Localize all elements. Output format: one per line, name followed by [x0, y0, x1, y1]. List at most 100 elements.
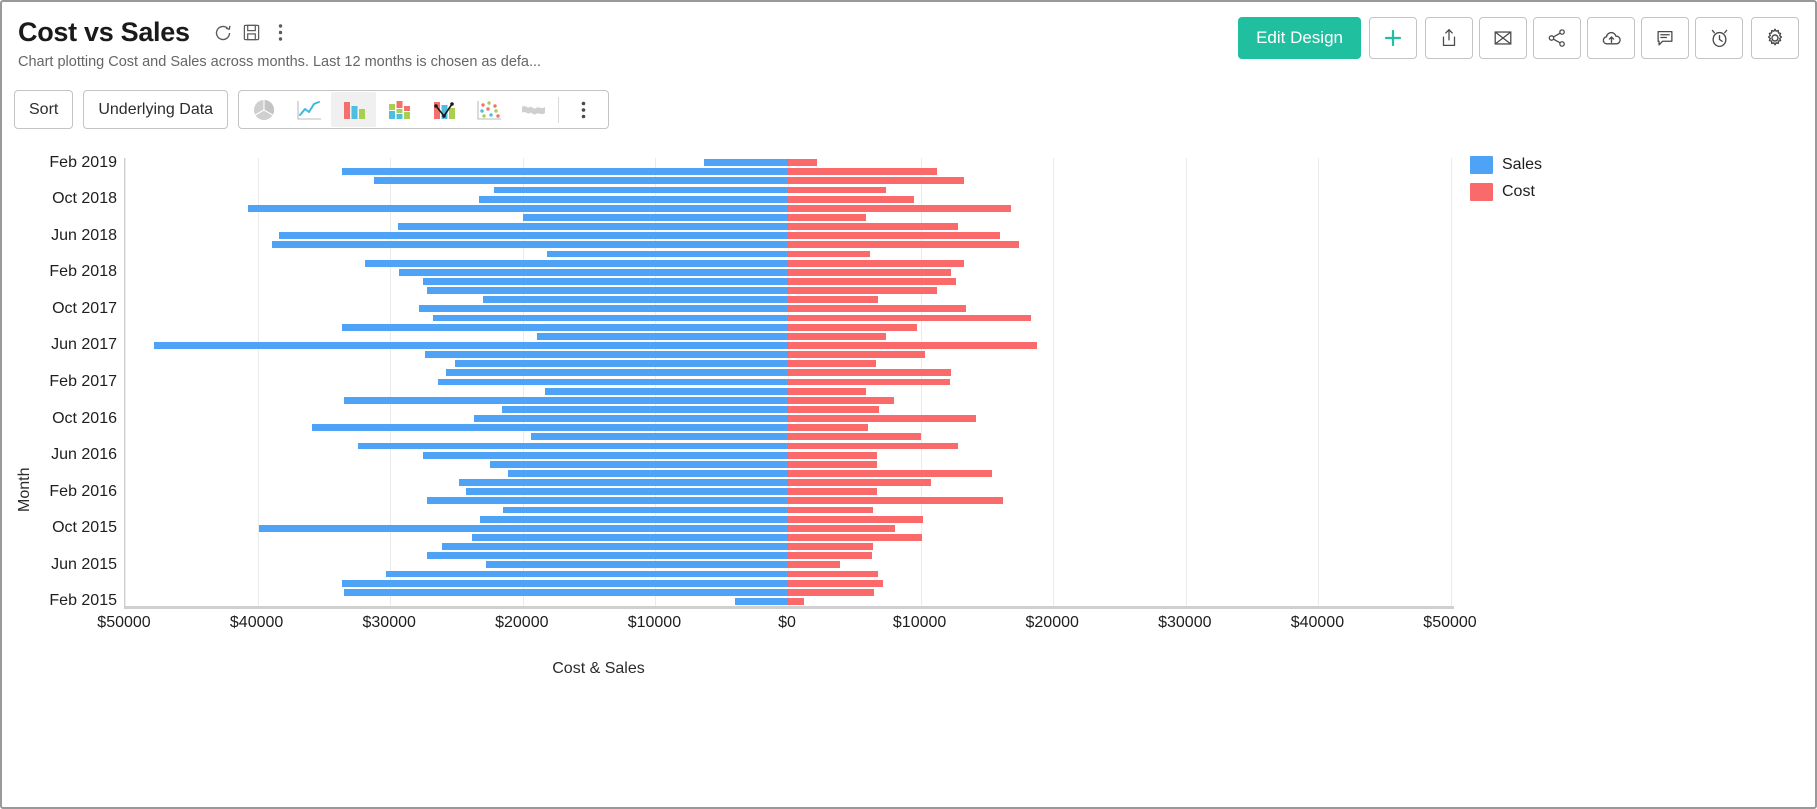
refresh-icon[interactable]	[212, 22, 234, 44]
bar-row[interactable]	[125, 251, 1450, 258]
bar-sales[interactable]	[427, 497, 788, 504]
bar-row[interactable]	[125, 196, 1450, 203]
bar-chart-icon[interactable]	[331, 92, 376, 127]
bar-cost[interactable]	[788, 525, 895, 532]
bar-cost[interactable]	[788, 196, 914, 203]
bar-cost[interactable]	[788, 479, 931, 486]
bar-cost[interactable]	[788, 214, 866, 221]
bar-sales[interactable]	[154, 342, 788, 349]
bar-cost[interactable]	[788, 177, 964, 184]
bar-cost[interactable]	[788, 278, 956, 285]
bar-cost[interactable]	[788, 251, 870, 258]
bar-row[interactable]	[125, 360, 1450, 367]
bar-sales[interactable]	[438, 379, 788, 386]
stacked-bar-chart-icon[interactable]	[376, 92, 421, 127]
bar-row[interactable]	[125, 571, 1450, 578]
bar-sales[interactable]	[483, 296, 788, 303]
bar-row[interactable]	[125, 589, 1450, 596]
bar-sales[interactable]	[342, 324, 788, 331]
bar-sales[interactable]	[358, 443, 788, 450]
bar-cost[interactable]	[788, 543, 873, 550]
bar-row[interactable]	[125, 552, 1450, 559]
bar-sales[interactable]	[704, 159, 788, 166]
bar-sales[interactable]	[490, 461, 788, 468]
bar-sales[interactable]	[486, 561, 788, 568]
bar-cost[interactable]	[788, 415, 976, 422]
bar-sales[interactable]	[386, 571, 788, 578]
save-icon[interactable]	[241, 22, 263, 44]
bar-row[interactable]	[125, 388, 1450, 395]
bar-row[interactable]	[125, 369, 1450, 376]
alarm-icon[interactable]	[1695, 17, 1743, 59]
bar-cost[interactable]	[788, 232, 1000, 239]
bar-cost[interactable]	[788, 360, 876, 367]
bar-cost[interactable]	[788, 571, 878, 578]
share-icon[interactable]	[1533, 17, 1581, 59]
bar-sales[interactable]	[466, 488, 788, 495]
bar-cost[interactable]	[788, 552, 872, 559]
bar-row[interactable]	[125, 488, 1450, 495]
bar-row[interactable]	[125, 187, 1450, 194]
bar-sales[interactable]	[248, 205, 788, 212]
bar-cost[interactable]	[788, 241, 1019, 248]
bar-row[interactable]	[125, 543, 1450, 550]
bar-row[interactable]	[125, 424, 1450, 431]
bar-sales[interactable]	[503, 507, 788, 514]
bar-cost[interactable]	[788, 287, 937, 294]
bar-row[interactable]	[125, 406, 1450, 413]
bar-cost[interactable]	[788, 461, 877, 468]
legend-item[interactable]: Sales	[1470, 156, 1542, 174]
bar-row[interactable]	[125, 269, 1450, 276]
line-chart-icon[interactable]	[286, 92, 331, 127]
bar-cost[interactable]	[788, 406, 879, 413]
bar-row[interactable]	[125, 397, 1450, 404]
bar-sales[interactable]	[259, 525, 788, 532]
bar-cost[interactable]	[788, 333, 886, 340]
bar-cost[interactable]	[788, 369, 951, 376]
bar-cost[interactable]	[788, 534, 922, 541]
bar-row[interactable]	[125, 305, 1450, 312]
scatter-chart-icon[interactable]	[466, 92, 511, 127]
bar-row[interactable]	[125, 516, 1450, 523]
bar-sales[interactable]	[344, 397, 788, 404]
bar-row[interactable]	[125, 470, 1450, 477]
bar-sales[interactable]	[494, 187, 788, 194]
bar-sales[interactable]	[419, 305, 788, 312]
bar-cost[interactable]	[788, 388, 866, 395]
bar-sales[interactable]	[545, 388, 788, 395]
bar-sales[interactable]	[537, 333, 788, 340]
bar-cost[interactable]	[788, 168, 937, 175]
bar-cost[interactable]	[788, 507, 873, 514]
bar-row[interactable]	[125, 443, 1450, 450]
bar-row[interactable]	[125, 497, 1450, 504]
bar-row[interactable]	[125, 461, 1450, 468]
bar-sales[interactable]	[399, 269, 788, 276]
bar-sales[interactable]	[547, 251, 788, 258]
bar-sales[interactable]	[279, 232, 788, 239]
bar-cost[interactable]	[788, 351, 925, 358]
comment-icon[interactable]	[1641, 17, 1689, 59]
bar-row[interactable]	[125, 379, 1450, 386]
bar-row[interactable]	[125, 580, 1450, 587]
bar-row[interactable]	[125, 315, 1450, 322]
bar-sales[interactable]	[423, 278, 788, 285]
bar-cost[interactable]	[788, 397, 894, 404]
bar-sales[interactable]	[459, 479, 788, 486]
bar-row[interactable]	[125, 452, 1450, 459]
bar-cost[interactable]	[788, 296, 878, 303]
bar-row[interactable]	[125, 159, 1450, 166]
bar-row[interactable]	[125, 223, 1450, 230]
bar-row[interactable]	[125, 351, 1450, 358]
bar-sales[interactable]	[427, 552, 788, 559]
bar-sales[interactable]	[365, 260, 788, 267]
bar-cost[interactable]	[788, 452, 877, 459]
bar-row[interactable]	[125, 342, 1450, 349]
bar-sales[interactable]	[472, 534, 788, 541]
bar-row[interactable]	[125, 507, 1450, 514]
bar-cost[interactable]	[788, 433, 921, 440]
bar-cost[interactable]	[788, 589, 874, 596]
bar-cost[interactable]	[788, 424, 868, 431]
bar-sales[interactable]	[398, 223, 788, 230]
bar-row[interactable]	[125, 287, 1450, 294]
bar-cost[interactable]	[788, 598, 804, 605]
